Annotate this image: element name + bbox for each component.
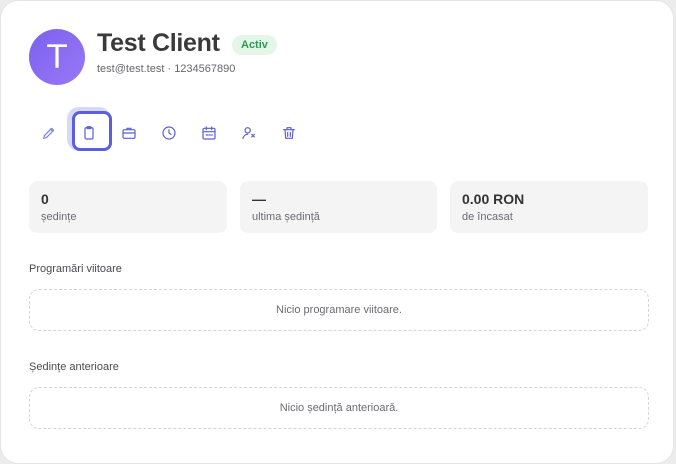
stat-label: de încasat bbox=[462, 211, 513, 223]
stat-value: 0.00 RON bbox=[462, 191, 525, 207]
client-button[interactable] bbox=[229, 111, 269, 155]
clipboard-icon bbox=[84, 126, 94, 140]
history-button[interactable] bbox=[149, 111, 189, 155]
schedule-button[interactable] bbox=[189, 111, 229, 155]
work-button[interactable] bbox=[109, 111, 149, 155]
delete-button[interactable] bbox=[269, 111, 309, 155]
client-card: T Test Client Activ test@test.test · 123… bbox=[0, 0, 674, 464]
action-toolbar bbox=[29, 107, 309, 155]
briefcase-icon bbox=[122, 127, 136, 139]
stat-value: — bbox=[252, 191, 266, 207]
notes-button[interactable] bbox=[67, 107, 112, 155]
trash-icon bbox=[283, 127, 295, 139]
stat-value: 0 bbox=[41, 191, 49, 207]
avatar: T bbox=[29, 29, 85, 85]
stat-label: ședințe bbox=[41, 211, 77, 223]
client-contact: test@test.test · 1234567890 bbox=[97, 63, 236, 75]
pencil-icon bbox=[43, 127, 55, 139]
clock-icon bbox=[162, 126, 176, 140]
upcoming-empty-state: Nicio programare viitoare. bbox=[29, 289, 649, 331]
calendar-icon bbox=[202, 126, 216, 140]
past-empty-state: Nicio ședință anterioară. bbox=[29, 387, 649, 429]
client-name: Test Client bbox=[97, 29, 220, 57]
stat-sessions: 0 ședințe bbox=[29, 181, 227, 233]
user-icon bbox=[242, 127, 255, 139]
status-badge: Activ bbox=[232, 35, 277, 55]
stat-label: ultima ședință bbox=[252, 211, 320, 223]
edit-button[interactable] bbox=[29, 111, 69, 155]
upcoming-title: Programări viitoare bbox=[29, 263, 122, 275]
stat-to-collect: 0.00 RON de încasat bbox=[450, 181, 648, 233]
stat-last-session: — ultima ședință bbox=[240, 181, 437, 233]
past-title: Ședințe anterioare bbox=[29, 361, 119, 373]
